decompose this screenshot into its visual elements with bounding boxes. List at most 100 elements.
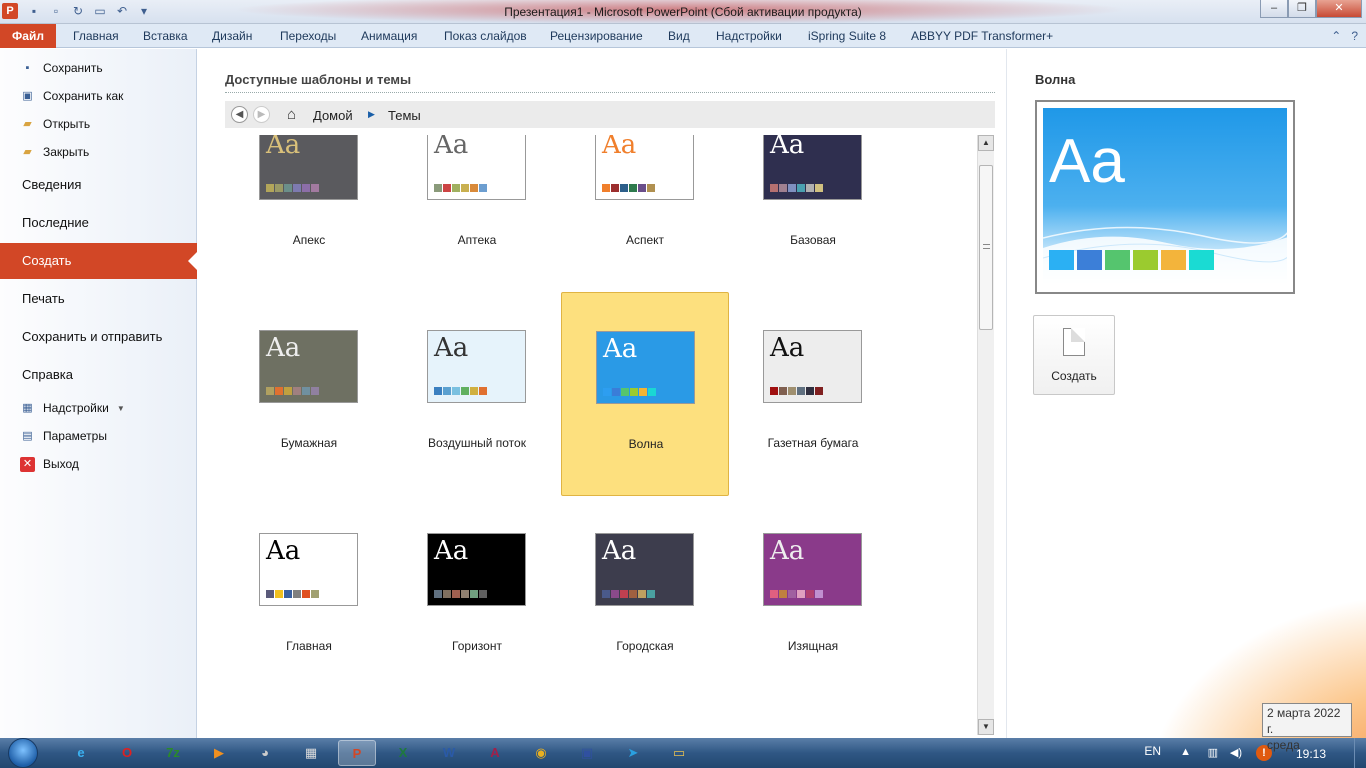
tab-file[interactable]: Файл xyxy=(0,24,56,48)
taskbar-explorer-icon[interactable]: ▭ xyxy=(660,740,698,766)
theme-color-swatches xyxy=(434,184,487,192)
taskbar-chrome-icon[interactable]: ◉ xyxy=(522,740,560,766)
window-controls: – ❐ ✕ xyxy=(1260,0,1362,18)
theme-name: Горизонт xyxy=(452,639,502,653)
color-swatch xyxy=(611,590,619,598)
taskbar-7zip-icon[interactable]: 7z xyxy=(154,740,192,766)
scroll-up-button[interactable]: ▲ xyxy=(978,135,994,151)
date-tooltip: 2 марта 2022 г. среда xyxy=(1262,703,1352,752)
close-window-button[interactable]: ✕ xyxy=(1316,0,1362,18)
tab-review[interactable]: Рецензирование xyxy=(550,24,643,48)
preview-pane: Волна Aa Создать xyxy=(1006,49,1366,738)
nav-print[interactable]: Печать xyxy=(0,281,197,317)
theme-thumbnail: Aa xyxy=(595,533,694,606)
theme-thumbnail-aa: Aa xyxy=(266,135,301,160)
theme-color-swatches xyxy=(266,387,319,395)
scroll-down-button[interactable]: ▼ xyxy=(978,719,994,735)
color-swatch xyxy=(479,387,487,395)
theme-thumbnail: Aa xyxy=(763,330,862,403)
create-button[interactable]: Создать xyxy=(1033,315,1115,395)
tab-design[interactable]: Дизайн xyxy=(212,24,252,48)
show-desktop-button[interactable] xyxy=(1354,738,1366,768)
taskbar-excel-icon[interactable]: X xyxy=(384,740,422,766)
theme-card[interactable]: Aa Воздушный поток xyxy=(393,292,561,496)
taskbar-gimp-icon[interactable]: ◕ xyxy=(246,740,284,766)
tab-abbyy[interactable]: ABBYY PDF Transformer+ xyxy=(911,24,1053,48)
tab-view[interactable]: Вид xyxy=(668,24,690,48)
theme-card[interactable]: Aa Апекс xyxy=(225,135,393,293)
nav-save-as[interactable]: ▣ Сохранить как xyxy=(20,86,123,106)
theme-card[interactable]: Aa Горизонт xyxy=(393,495,561,699)
collapse-ribbon-icon[interactable]: ⌃ xyxy=(1331,29,1341,43)
theme-card[interactable]: Aa Бумажная xyxy=(225,292,393,496)
back-button[interactable]: ◀ xyxy=(231,106,248,123)
help-icon[interactable]: ? xyxy=(1351,29,1358,43)
scroll-thumb[interactable] xyxy=(979,165,993,330)
tab-animation[interactable]: Анимация xyxy=(361,24,417,48)
taskbar-opera-icon[interactable]: O xyxy=(108,740,146,766)
nav-save[interactable]: ▪ Сохранить xyxy=(20,58,103,78)
taskbar-calc-icon[interactable]: ▦ xyxy=(292,740,330,766)
taskbar-access-icon[interactable]: A xyxy=(476,740,514,766)
taskbar-telegram-icon[interactable]: ➤ xyxy=(614,740,652,766)
color-swatch xyxy=(461,387,469,395)
start-button[interactable] xyxy=(8,738,38,768)
theme-card[interactable]: Aa Городская xyxy=(561,495,729,699)
theme-card[interactable]: Aa Изящная xyxy=(729,495,897,699)
taskbar-ie-icon[interactable]: e xyxy=(62,740,100,766)
nav-info[interactable]: Сведения xyxy=(0,167,197,203)
theme-name: Апекс xyxy=(292,233,326,247)
preview-aa: Aa xyxy=(1049,127,1125,196)
taskbar: e O 7z ▶ ◕ ▦ P X W A ◉ ▣ ➤ ▭ EN ▲ ▥ ◀) ! 19:13 xyxy=(0,738,1366,768)
theme-name: Аптека xyxy=(457,233,497,247)
taskbar-save-icon[interactable]: ▣ xyxy=(568,740,606,766)
volume-icon[interactable]: ◀) xyxy=(1230,746,1242,759)
nav-new[interactable]: Создать xyxy=(0,243,197,279)
color-swatch xyxy=(479,590,487,598)
minimize-button[interactable]: – xyxy=(1260,0,1288,18)
color-swatch xyxy=(434,387,442,395)
theme-card[interactable]: Aa Аптека xyxy=(393,135,561,293)
tab-insert[interactable]: Вставка xyxy=(143,24,188,48)
language-indicator[interactable]: EN xyxy=(1144,744,1161,758)
tab-home[interactable]: Главная xyxy=(73,24,119,48)
breadcrumb-home[interactable]: Домой xyxy=(313,108,353,123)
nav-close-label: Закрыть xyxy=(43,145,90,159)
color-swatch xyxy=(779,184,787,192)
taskbar-media-icon[interactable]: ▶ xyxy=(200,740,238,766)
theme-card[interactable]: Aa Аспект xyxy=(561,135,729,293)
taskbar-powerpoint-icon[interactable]: P xyxy=(338,740,376,766)
tab-slideshow[interactable]: Показ слайдов xyxy=(444,24,527,48)
nav-recent[interactable]: Последние xyxy=(0,205,197,241)
tab-transitions[interactable]: Переходы xyxy=(280,24,336,48)
nav-options[interactable]: ▤ Параметры xyxy=(20,426,107,446)
theme-thumbnail: Aa xyxy=(259,533,358,606)
gallery-scrollbar[interactable]: ▲ ▼ xyxy=(977,135,994,735)
nav-open[interactable]: ▰ Открыть xyxy=(20,114,90,134)
color-swatch xyxy=(806,184,814,192)
theme-thumbnail: Aa xyxy=(595,135,694,200)
theme-card[interactable]: Aa Газетная бумага xyxy=(729,292,897,496)
forward-button[interactable]: ▶ xyxy=(253,106,270,123)
nav-help[interactable]: Справка xyxy=(0,357,197,393)
theme-card[interactable]: Aa Главная xyxy=(225,495,393,699)
theme-card[interactable]: Aa Волна xyxy=(561,292,729,496)
tab-ispring[interactable]: iSpring Suite 8 xyxy=(808,24,886,48)
nav-addins[interactable]: ▦ Надстройки ▼ xyxy=(20,398,124,418)
home-icon[interactable]: ⌂ xyxy=(287,106,296,123)
network-icon[interactable]: ▥ xyxy=(1208,746,1218,759)
breadcrumb-current: Темы xyxy=(388,108,421,123)
taskbar-word-icon[interactable]: W xyxy=(430,740,468,766)
options-icon: ▤ xyxy=(22,429,33,442)
nav-save-send[interactable]: Сохранить и отправить xyxy=(0,319,197,355)
show-hidden-icons-icon[interactable]: ▲ xyxy=(1180,746,1191,758)
window-title: Презентация1 - Microsoft PowerPoint (Сбо… xyxy=(504,5,862,19)
theme-card[interactable]: Aa Базовая xyxy=(729,135,897,293)
theme-thumbnail-aa: Aa xyxy=(434,135,469,160)
nav-close[interactable]: ▰ Закрыть xyxy=(20,142,89,162)
nav-exit[interactable]: ✕ Выход xyxy=(20,454,79,474)
tab-addins[interactable]: Надстройки xyxy=(716,24,782,48)
color-swatch xyxy=(638,184,646,192)
maximize-button[interactable]: ❐ xyxy=(1288,0,1316,18)
theme-color-swatches xyxy=(266,590,319,598)
